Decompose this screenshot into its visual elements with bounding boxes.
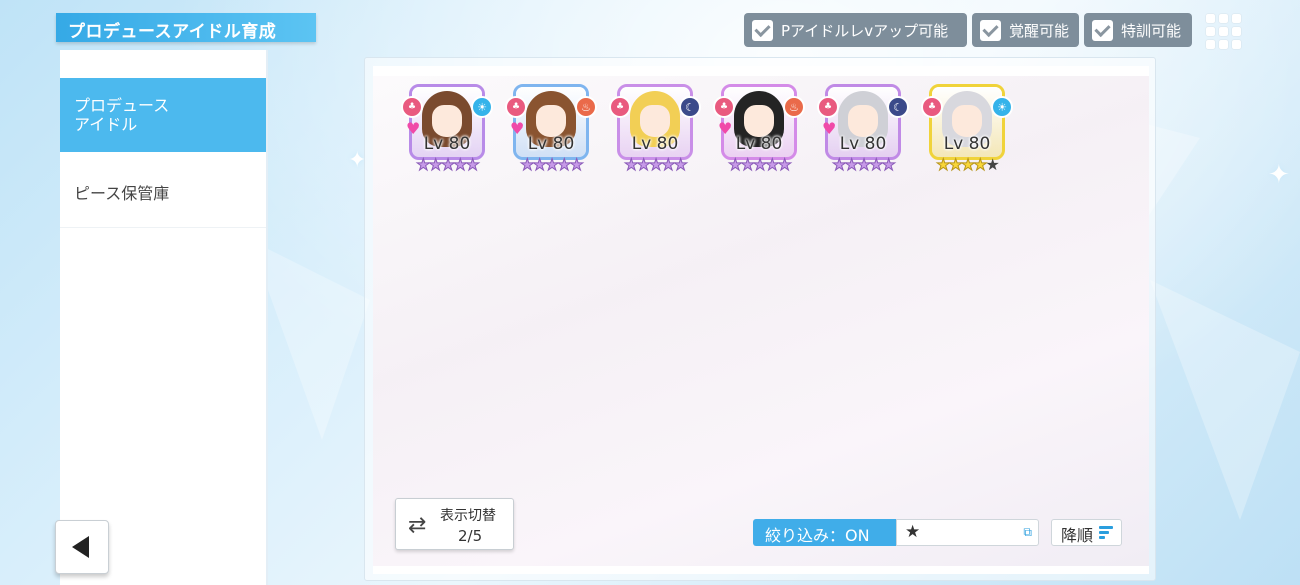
sidebar: プロデュース アイドル ピース保管庫 bbox=[60, 50, 268, 585]
rarity-stars-filled: ★★★★★ bbox=[624, 155, 689, 175]
rarity-stars-filled: ★★★★ bbox=[936, 155, 988, 175]
idol-card[interactable]: ♣ ☾ ♥ Lv 80 ★★★★★ bbox=[817, 84, 909, 182]
idol-card[interactable]: ♣ ☀ Lv 80 ★★★★★ bbox=[921, 84, 1013, 182]
back-button[interactable] bbox=[55, 520, 109, 574]
idol-type-icon: ♣ bbox=[505, 96, 527, 118]
filter-label: 特訓可能 bbox=[1121, 21, 1182, 40]
sidebar-item-piece-storage[interactable]: ピース保管庫 bbox=[60, 176, 266, 228]
idol-type-icon: ♣ bbox=[609, 96, 631, 118]
idol-level: Lv 80 bbox=[631, 134, 679, 154]
filter-checkbox-awaken[interactable]: 覚醒可能 bbox=[972, 13, 1079, 47]
idol-attribute-icon: ☾ bbox=[887, 96, 909, 118]
idol-type-icon: ♣ bbox=[713, 96, 735, 118]
sidebar-item-produce-idol[interactable]: プロデュース アイドル bbox=[60, 78, 266, 152]
idol-rarity-stars: ★★★★★ bbox=[817, 155, 909, 175]
filter-checkbox-special-training[interactable]: 特訓可能 bbox=[1084, 13, 1192, 47]
page-title-text: プロデュースアイドル育成 bbox=[68, 22, 277, 42]
page-title: プロデュースアイドル育成 bbox=[56, 13, 316, 42]
rarity-stars-filled: ★★★★★ bbox=[832, 155, 897, 175]
idol-level: Lv 80 bbox=[735, 134, 783, 154]
idol-level: Lv 80 bbox=[527, 134, 575, 154]
sort-icon bbox=[1099, 526, 1113, 540]
display-toggle-page: 2/5 bbox=[458, 527, 483, 545]
idol-rarity-stars: ★★★★★ bbox=[401, 155, 493, 175]
sidebar-item-label: アイドル bbox=[74, 115, 138, 134]
idol-attribute-icon: ☾ bbox=[679, 96, 701, 118]
sidebar-item-label: プロデュース bbox=[74, 96, 170, 115]
idol-card[interactable]: ♣ ♨ ♥ Lv 80 ★★★★★ bbox=[713, 84, 805, 182]
sidebar-item-label: ピース保管庫 bbox=[74, 184, 170, 203]
checkbox-icon bbox=[752, 19, 773, 41]
idol-rarity-stars: ★★★★★ bbox=[921, 155, 1013, 175]
background-facet bbox=[250, 240, 370, 440]
idol-level: Lv 80 bbox=[839, 134, 887, 154]
sparkle-icon: ✦ bbox=[1268, 160, 1290, 190]
idol-card[interactable]: ♣ ♨ ♥ Lv 80 ★★★★★ bbox=[505, 84, 597, 182]
copy-icon: ⧉ bbox=[1023, 525, 1032, 539]
display-toggle-label: 表示切替 bbox=[440, 508, 496, 524]
idol-type-icon: ♣ bbox=[921, 96, 943, 118]
filter-label: Pアイドルレvアップ可能 bbox=[781, 21, 949, 40]
refresh-icon: ⇄ bbox=[408, 513, 427, 538]
idol-attribute-icon: ♨ bbox=[575, 96, 597, 118]
filter-field[interactable]: ★ ⧉ bbox=[896, 519, 1039, 546]
sort-order-label: 降順 bbox=[1061, 526, 1094, 545]
grid-menu-icon[interactable] bbox=[1204, 13, 1242, 49]
background-facet bbox=[1150, 280, 1300, 520]
idol-level: Lv 80 bbox=[943, 134, 991, 154]
checkbox-icon bbox=[980, 19, 1001, 41]
idol-attribute-icon: ♨ bbox=[783, 96, 805, 118]
idol-attribute-icon: ☀ bbox=[991, 96, 1013, 118]
idol-rarity-stars: ★★★★★ bbox=[713, 155, 805, 175]
back-arrow-icon bbox=[72, 536, 89, 558]
checkbox-icon bbox=[1092, 19, 1113, 41]
rarity-stars-filled: ★★★★★ bbox=[520, 155, 585, 175]
filter-status-label: 絞り込み：ON bbox=[765, 526, 870, 545]
idol-card[interactable]: ♣ ☀ ♥ Lv 80 ★★★★★ bbox=[401, 84, 493, 182]
idol-level: Lv 80 bbox=[423, 134, 471, 154]
rarity-stars-filled: ★★★★★ bbox=[416, 155, 481, 175]
filter-status-button[interactable]: 絞り込み：ON bbox=[753, 519, 898, 546]
idol-rarity-stars: ★★★★★ bbox=[609, 155, 701, 175]
idol-card[interactable]: ♣ ☾ Lv 80 ★★★★★ bbox=[609, 84, 701, 182]
rarity-stars-empty: ★ bbox=[985, 155, 1000, 174]
rarity-stars-filled: ★★★★★ bbox=[728, 155, 793, 175]
filter-checkbox-p-idol-lvup[interactable]: Pアイドルレvアップ可能 bbox=[744, 13, 967, 47]
idol-attribute-icon: ☀ bbox=[471, 96, 493, 118]
filter-label: 覚醒可能 bbox=[1009, 21, 1070, 40]
display-toggle-button[interactable]: ⇄ 表示切替 2/5 bbox=[395, 498, 514, 550]
idol-rarity-stars: ★★★★★ bbox=[505, 155, 597, 175]
idol-type-icon: ♣ bbox=[401, 96, 423, 118]
sort-order-button[interactable]: 降順 bbox=[1051, 519, 1122, 546]
idol-type-icon: ♣ bbox=[817, 96, 839, 118]
filter-value: ★ bbox=[905, 522, 921, 542]
